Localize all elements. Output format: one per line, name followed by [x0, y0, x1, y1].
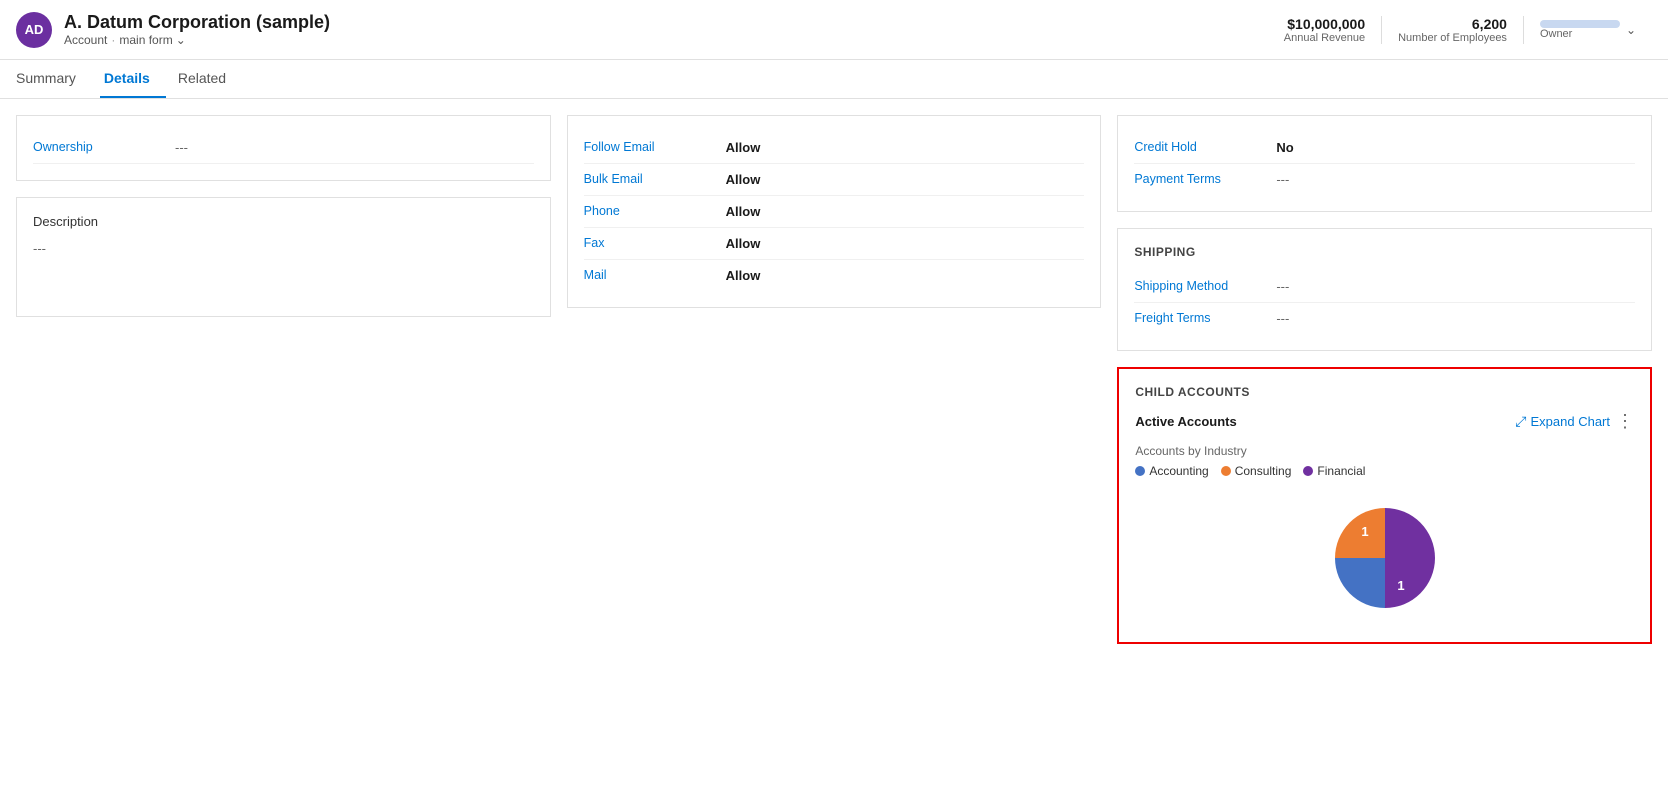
subtitle-sep: ·: [111, 33, 115, 47]
owner-label: Owner: [1540, 28, 1620, 40]
employees-label: Number of Employees: [1398, 32, 1507, 44]
annual-revenue-label: Annual Revenue: [1284, 32, 1365, 44]
header-subtitle: Account · main form ⌄: [64, 33, 1268, 47]
pie-label-accounting: 1: [1397, 578, 1404, 593]
mail-row: Mail Allow: [584, 260, 1085, 291]
legend-dot-consulting: [1221, 466, 1231, 476]
more-options-button[interactable]: ⋮: [1616, 411, 1634, 432]
employees-value: 6,200: [1398, 16, 1507, 32]
bulk-email-label: Bulk Email: [584, 172, 714, 186]
description-title: Description: [33, 214, 534, 229]
expand-chart-label: Expand Chart: [1531, 414, 1611, 429]
legend-item-accounting: Accounting: [1135, 464, 1208, 478]
description-card: Description ---: [16, 197, 551, 317]
form-selector[interactable]: main form ⌄: [119, 33, 185, 47]
follow-email-label: Follow Email: [584, 140, 714, 154]
form-label: main form: [119, 33, 172, 47]
shipping-card: SHIPPING Shipping Method --- Freight Ter…: [1117, 228, 1652, 351]
nav-tabs: Summary Details Related: [0, 60, 1668, 99]
phone-value: Allow: [726, 204, 761, 219]
bulk-email-value: Allow: [726, 172, 761, 187]
tab-details[interactable]: Details: [100, 60, 166, 98]
tab-related[interactable]: Related: [174, 60, 242, 98]
subtitle-type: Account: [64, 33, 107, 47]
chart-subtitle: Accounts by Industry: [1135, 444, 1634, 458]
shipping-title: SHIPPING: [1134, 245, 1635, 259]
description-value: ---: [33, 241, 534, 256]
owner-bar: [1540, 20, 1620, 28]
chart-actions: ⤢ Expand Chart ⋮: [1515, 411, 1634, 432]
bulk-email-row: Bulk Email Allow: [584, 164, 1085, 196]
pie-label-consulting: 1: [1361, 524, 1368, 539]
legend-dot-financial: [1303, 466, 1313, 476]
annual-revenue-value: $10,000,000: [1284, 16, 1365, 32]
header-meta: $10,000,000 Annual Revenue 6,200 Number …: [1268, 16, 1652, 44]
header-title-block: A. Datum Corporation (sample) Account · …: [64, 12, 1268, 47]
shipping-method-value: ---: [1276, 279, 1289, 294]
freight-terms-row: Freight Terms ---: [1134, 303, 1635, 334]
chart-legend: Accounting Consulting Financial: [1135, 464, 1634, 478]
follow-email-value: Allow: [726, 140, 761, 155]
account-title: A. Datum Corporation (sample): [64, 12, 1268, 33]
owner-block: Owner ⌄: [1524, 20, 1652, 40]
credit-hold-label: Credit Hold: [1134, 140, 1264, 154]
right-column: Credit Hold No Payment Terms --- SHIPPIN…: [1117, 115, 1652, 644]
shipping-method-row: Shipping Method ---: [1134, 271, 1635, 303]
pie-slice-accounting: [1335, 558, 1385, 608]
mail-value: Allow: [726, 268, 761, 283]
payment-terms-row: Payment Terms ---: [1134, 164, 1635, 195]
form-chevron-icon: ⌄: [176, 33, 186, 47]
fax-label: Fax: [584, 236, 714, 250]
expand-chart-button[interactable]: ⤢ Expand Chart: [1515, 413, 1610, 430]
child-accounts-title: CHILD ACCOUNTS: [1135, 385, 1634, 399]
tab-summary[interactable]: Summary: [16, 60, 92, 98]
payment-terms-value: ---: [1276, 172, 1289, 187]
pie-slice-consulting: [1335, 508, 1385, 558]
annual-revenue-block: $10,000,000 Annual Revenue: [1268, 16, 1382, 44]
mail-label: Mail: [584, 268, 714, 282]
fax-row: Fax Allow: [584, 228, 1085, 260]
legend-label-consulting: Consulting: [1235, 464, 1292, 478]
employees-block: 6,200 Number of Employees: [1382, 16, 1524, 44]
ownership-row: Ownership ---: [33, 132, 534, 164]
billing-card: Credit Hold No Payment Terms ---: [1117, 115, 1652, 212]
avatar: AD: [16, 12, 52, 48]
legend-item-consulting: Consulting: [1221, 464, 1292, 478]
freight-terms-label: Freight Terms: [1134, 311, 1264, 325]
phone-label: Phone: [584, 204, 714, 218]
child-accounts-card: CHILD ACCOUNTS Active Accounts ⤢ Expand …: [1117, 367, 1652, 644]
credit-hold-value: No: [1276, 140, 1293, 155]
pie-chart-container: 2 1 1: [1135, 490, 1634, 626]
left-column: Ownership --- Description ---: [16, 115, 551, 644]
page-header: AD A. Datum Corporation (sample) Account…: [0, 0, 1668, 60]
main-content: Ownership --- Description --- Follow Ema…: [0, 99, 1668, 660]
pie-chart: 2 1 1: [1325, 498, 1445, 618]
ownership-card: Ownership ---: [16, 115, 551, 181]
credit-hold-row: Credit Hold No: [1134, 132, 1635, 164]
chart-active-accounts-title: Active Accounts: [1135, 414, 1236, 429]
legend-label-financial: Financial: [1317, 464, 1365, 478]
ownership-value: ---: [175, 140, 188, 155]
freight-terms-value: ---: [1276, 311, 1289, 326]
chart-header: Active Accounts ⤢ Expand Chart ⋮: [1135, 411, 1634, 432]
contact-preferences-card: Follow Email Allow Bulk Email Allow Phon…: [567, 115, 1102, 308]
legend-dot-accounting: [1135, 466, 1145, 476]
fax-value: Allow: [726, 236, 761, 251]
middle-column: Follow Email Allow Bulk Email Allow Phon…: [567, 115, 1102, 644]
ownership-label: Ownership: [33, 140, 163, 155]
legend-item-financial: Financial: [1303, 464, 1365, 478]
owner-chevron-icon[interactable]: ⌄: [1626, 23, 1636, 37]
phone-row: Phone Allow: [584, 196, 1085, 228]
pie-slice-financial: [1385, 508, 1435, 608]
follow-email-row: Follow Email Allow: [584, 132, 1085, 164]
expand-chart-icon: ⤢: [1515, 413, 1526, 430]
shipping-method-label: Shipping Method: [1134, 279, 1264, 293]
payment-terms-label: Payment Terms: [1134, 172, 1264, 186]
legend-label-accounting: Accounting: [1149, 464, 1208, 478]
